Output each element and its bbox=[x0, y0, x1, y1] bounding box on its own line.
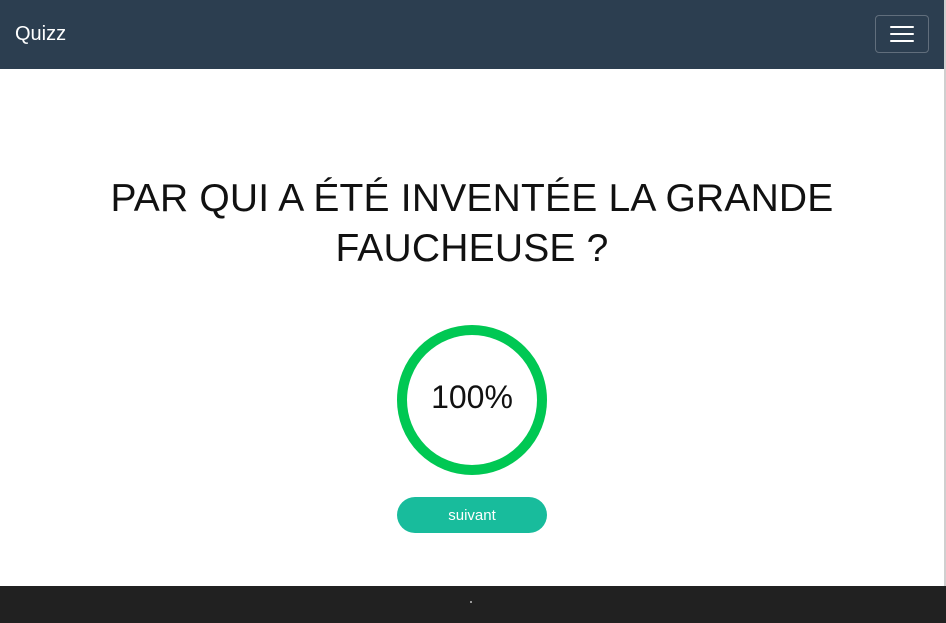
footer-dot bbox=[470, 601, 472, 603]
hamburger-menu-icon bbox=[890, 26, 914, 28]
timer-value: 100% bbox=[431, 379, 513, 415]
hamburger-menu-icon bbox=[890, 40, 914, 42]
page-footer bbox=[0, 586, 946, 623]
next-button[interactable]: suivant bbox=[397, 497, 547, 533]
menu-toggle-button[interactable] bbox=[875, 15, 929, 53]
timer-progress-ring: 100% bbox=[397, 325, 547, 475]
question-title: PAR QUI A ÉTÉ INVENTÉE LA GRANDE FAUCHEU… bbox=[110, 177, 834, 270]
top-navbar: Quizz bbox=[0, 0, 946, 69]
hamburger-menu-icon bbox=[890, 33, 914, 35]
quiz-page: Quizz PAR QUI A ÉTÉ INVENTÉE LA GRANDE F… bbox=[0, 0, 946, 623]
brand-link[interactable]: Quizz bbox=[15, 0, 66, 69]
